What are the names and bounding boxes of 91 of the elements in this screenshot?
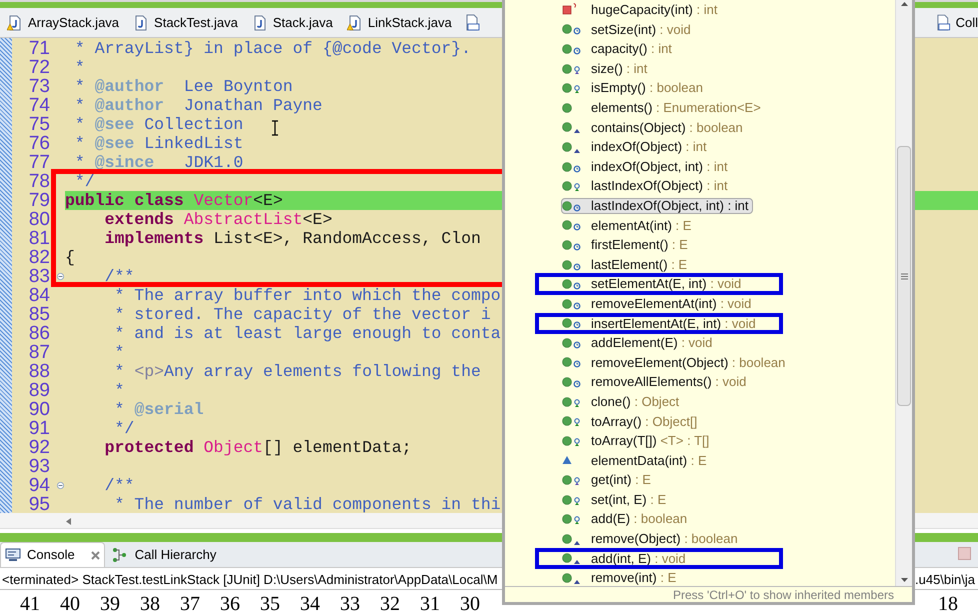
outline-item[interactable]: toArray(T[]) <T> : T[] (562, 432, 712, 449)
outline-item[interactable]: indexOf(Object, int) : int (562, 158, 731, 175)
outline-item[interactable]: clone() : Object (562, 394, 682, 410)
code-line: * @see Collection (74, 115, 244, 134)
code-line: protected Object[] elementData; (104, 438, 412, 457)
code-line: */ (74, 172, 95, 191)
code-line: { (65, 248, 75, 267)
line-number: 79 (28, 191, 50, 210)
code-line: * @see LinkedList (74, 134, 244, 153)
code-line: * (114, 343, 124, 362)
line-number: 95 (28, 495, 50, 513)
code-line: * @serial (114, 400, 204, 419)
line-number: 89 (28, 381, 50, 400)
code-line: * @author Lee Boynton (74, 77, 293, 96)
line-number: 84 (28, 286, 50, 305)
code-line: * @since JDK1.0 (74, 153, 244, 172)
line-number: 72 (28, 58, 50, 77)
outline-item[interactable]: remove(int) : E (562, 570, 680, 586)
view-tab[interactable]: Call Hierarchy (106, 542, 220, 567)
outline-item[interactable]: capacity() : int (562, 40, 675, 57)
outline-item[interactable]: lastElement() : E (562, 256, 690, 273)
code-line: * The array buffer into which the compo (114, 286, 501, 305)
editor-tab[interactable]: StackTest.java (130, 10, 241, 36)
code-line: * (114, 381, 124, 400)
code-line: extends AbstractList<E> (104, 210, 332, 229)
line-number: 75 (28, 115, 50, 134)
outline-item[interactable]: add(int, E) : void (562, 550, 689, 566)
outline-item[interactable]: isEmpty() : boolean (562, 80, 706, 96)
line-number: 74 (28, 96, 50, 115)
popup-hint: Press 'Ctrl+O' to show inherited members (673, 586, 894, 604)
line-number: 77 (28, 153, 50, 172)
code-line: * <p>Any array elements following the (114, 362, 481, 381)
code-line: /** (104, 476, 134, 495)
outline-item[interactable]: indexOf(Object) : int (562, 138, 710, 155)
outline-item[interactable]: addElement(E) : void (562, 334, 716, 351)
line-number: 83 (28, 267, 50, 286)
line-number: 93 (28, 457, 50, 476)
line-number: 94 (28, 476, 50, 495)
code-line: * @author Jonathan Payne (74, 96, 322, 115)
code-line: * The number of valid components in thi (114, 495, 501, 513)
line-number: 91 (28, 419, 50, 438)
outline-item[interactable]: removeAllElements() : void (562, 374, 750, 390)
view-tab[interactable]: Console (0, 542, 105, 567)
outline-item[interactable]: get(int) : E (562, 472, 654, 488)
line-number: 90 (28, 400, 50, 419)
line-number: 71 (28, 39, 50, 58)
outline-item[interactable]: contains(Object) : boolean (562, 119, 746, 136)
editor-tab[interactable]: Stack.java (248, 10, 336, 36)
outline-item[interactable]: toArray() : Object[] (562, 413, 700, 430)
outline-item[interactable]: size() : int (562, 60, 650, 77)
line-number: 82 (28, 248, 50, 267)
console-output: 41 40 39 38 37 36 35 34 33 32 31 30 (20, 592, 480, 613)
outline-item[interactable]: add(E) : boolean (562, 511, 690, 528)
code-line: * ArrayList} in place of {@code Vector}. (74, 39, 471, 58)
line-number: 92 (28, 438, 50, 457)
outline-item[interactable]: lastIndexOf(Object, int) : int (561, 198, 753, 214)
outline-item[interactable]: remove(Object) : boolean (562, 530, 741, 547)
line-number: 76 (28, 134, 50, 153)
line-number: 86 (28, 324, 50, 343)
line-number: 87 (28, 343, 50, 362)
line-number: 73 (28, 77, 50, 96)
code-line: implements List<E>, RandomAccess, Clon (104, 229, 481, 248)
line-number: 80 (28, 210, 50, 229)
outline-item[interactable]: hugeCapacity(int) : int (562, 2, 720, 18)
line-number: 85 (28, 305, 50, 324)
code-line: /** (104, 267, 134, 286)
outline-item[interactable]: elementData(int) : E (562, 452, 710, 468)
editor-tab[interactable]: LinkStack.java (344, 10, 455, 36)
console-status: .u45\bin\ja (915, 571, 975, 589)
code-line: */ (114, 419, 134, 438)
outline-item[interactable]: set(int, E) : E (562, 492, 670, 508)
outline-item[interactable]: lastIndexOf(Object) : int (562, 178, 731, 194)
outline-item[interactable]: setElementAt(E, int) : void (562, 276, 744, 292)
code-line: * and is at least large enough to conta (114, 324, 501, 343)
outline-item[interactable]: firstElement() : E (562, 236, 691, 253)
code-line: public class Vector<E> (65, 191, 283, 210)
outline-item[interactable]: setSize(int) : void (562, 21, 694, 38)
line-number: 78 (28, 172, 50, 191)
line-number: 81 (28, 229, 50, 248)
line-number: 88 (28, 362, 50, 381)
console-status: <terminated> StackTest.testLinkStack [JUnit] D:\Users\Administrator\AppData\Local\M (2, 571, 498, 589)
code-line: * (74, 58, 85, 77)
editor-tab[interactable]: Coll (934, 12, 978, 32)
code-line: * stored. The capacity of the vector i (114, 305, 491, 324)
editor-tab[interactable]: ArrayStack.java (4, 10, 122, 36)
outline-item[interactable]: removeElement(Object) : boolean (562, 354, 788, 370)
outline-item[interactable]: elementAt(int) : E (562, 217, 694, 234)
console-output: 18 (938, 592, 958, 613)
outline-item[interactable]: removeElementAt(int) : void (562, 296, 754, 312)
outline-item[interactable]: insertElementAt(E, int) : void (562, 315, 759, 332)
outline-item[interactable]: elements() : Enumeration<E> (562, 100, 764, 116)
